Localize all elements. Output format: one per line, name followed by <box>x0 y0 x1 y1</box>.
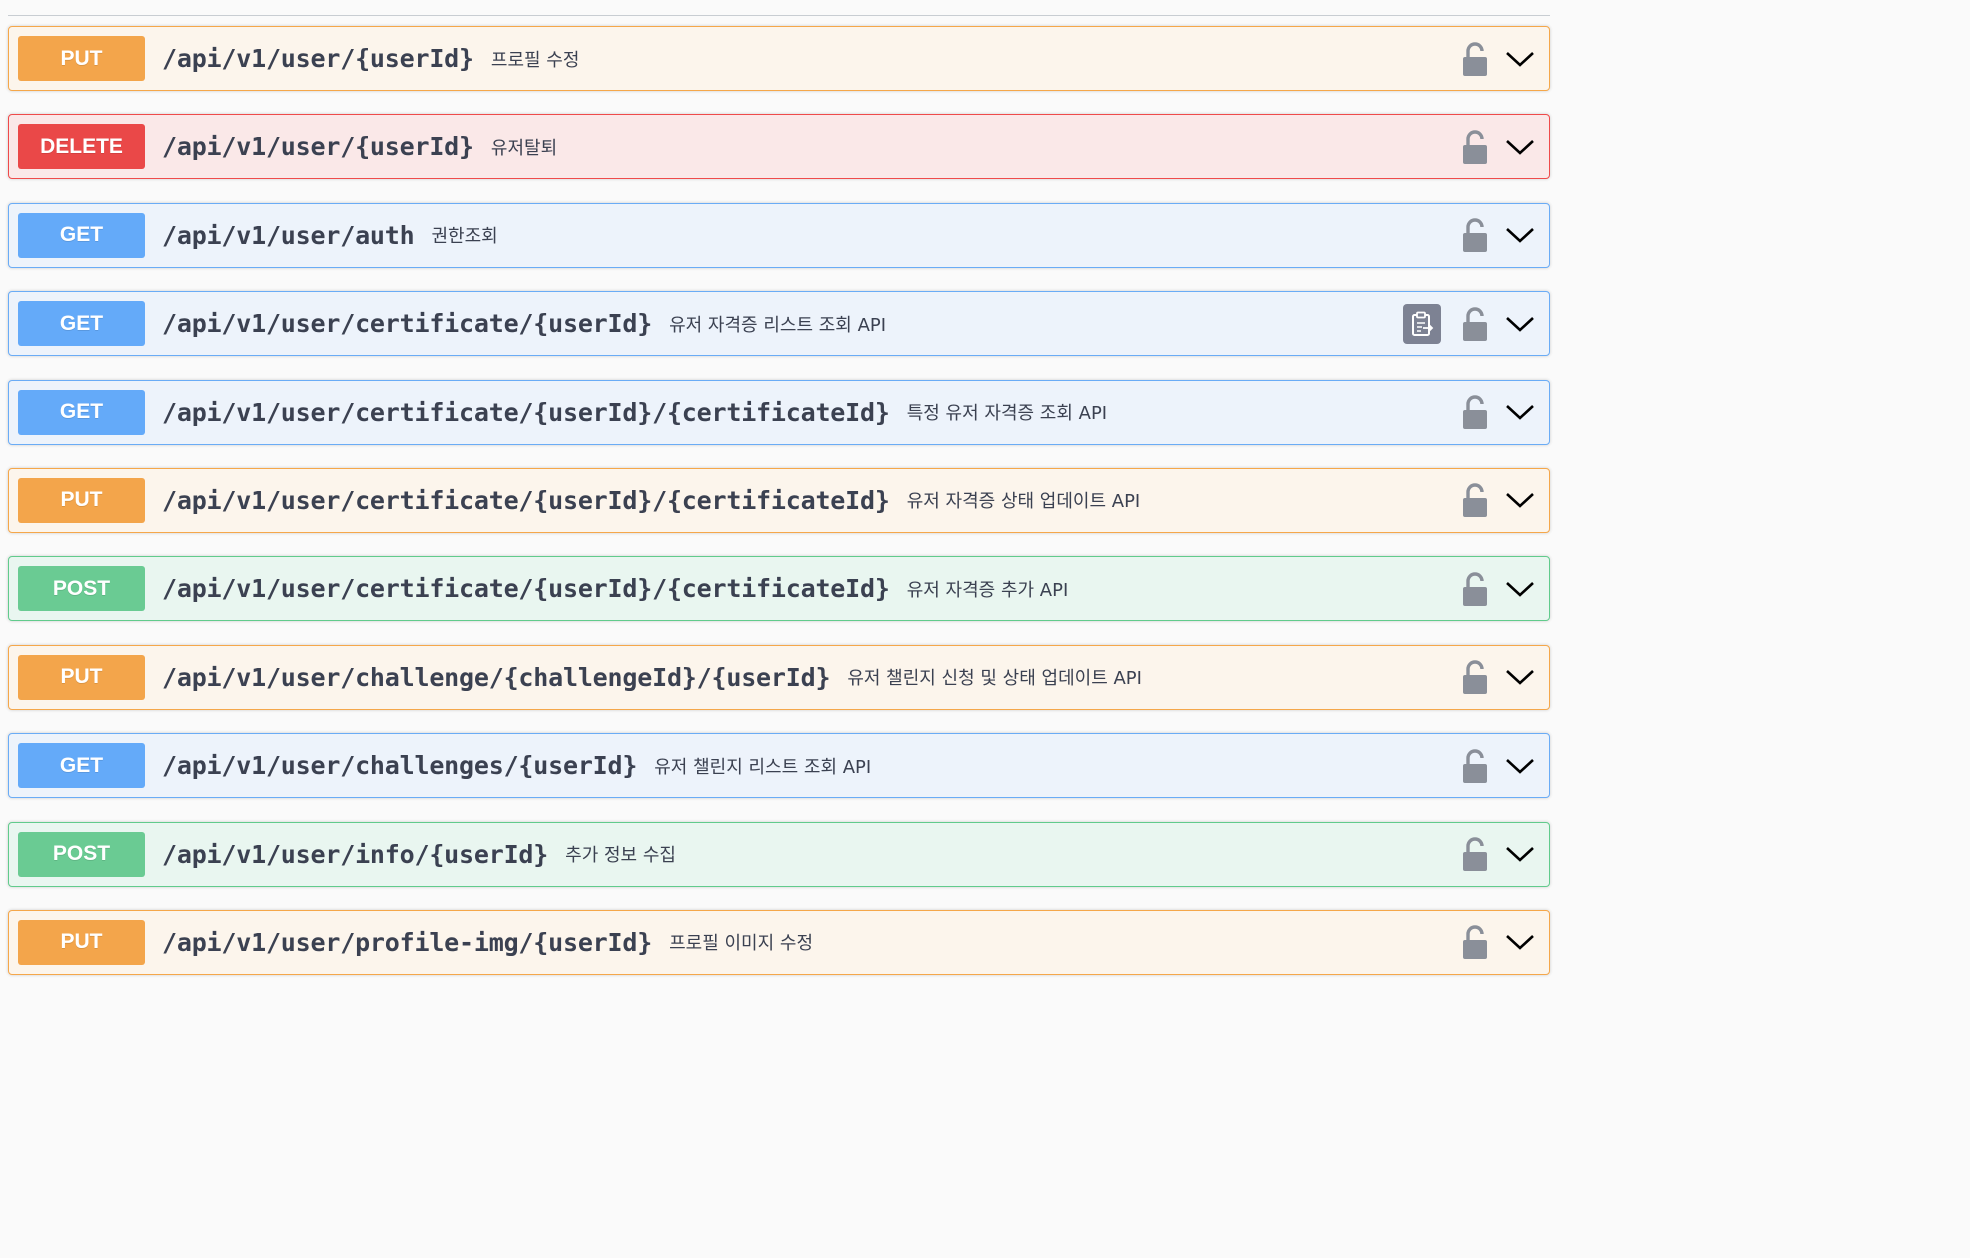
endpoint-summary: 유저 자격증 추가 API <box>906 579 1069 601</box>
endpoint-summary: 유저탈퇴 <box>490 137 558 159</box>
endpoint-path[interactable]: /api/v1/user/challenges/{userId} <box>162 751 637 780</box>
method-badge: GET <box>18 301 145 347</box>
operation-row[interactable]: GET /api/v1/user/auth 권한조회 <box>8 202 1550 268</box>
method-badge: GET <box>18 743 145 789</box>
copy-to-clipboard-icon <box>1412 311 1434 336</box>
operation-row[interactable]: POST /api/v1/user/certificate/{userId}/{… <box>8 556 1550 622</box>
endpoint-path[interactable]: /api/v1/user/challenge/{challengeId}/{us… <box>162 663 831 692</box>
unlocked-lock-icon[interactable] <box>1461 836 1489 872</box>
endpoint-summary: 유저 자격증 상태 업데이트 API <box>906 491 1141 513</box>
endpoint-summary: 권한조회 <box>431 226 498 248</box>
unlocked-lock-icon[interactable] <box>1461 924 1489 960</box>
unlocked-lock-icon[interactable] <box>1461 217 1489 253</box>
endpoint-path[interactable]: /api/v1/user/certificate/{userId}/{certi… <box>162 398 890 427</box>
chevron-down-icon[interactable] <box>1505 137 1535 157</box>
unlocked-lock-icon[interactable] <box>1461 571 1489 607</box>
section-divider <box>8 15 1550 16</box>
unlocked-lock-icon[interactable] <box>1461 482 1489 518</box>
chevron-down-icon[interactable] <box>1505 314 1535 334</box>
endpoint-summary: 유저 챌린지 리스트 조회 API <box>654 756 872 778</box>
operation-row[interactable]: GET /api/v1/user/certificate/{userId} 유저… <box>8 291 1550 357</box>
operation-row[interactable]: GET /api/v1/user/certificate/{userId}/{c… <box>8 379 1550 445</box>
method-badge: PUT <box>18 654 145 700</box>
copy-to-clipboard-button[interactable] <box>1403 303 1441 344</box>
unlocked-lock-icon[interactable] <box>1461 41 1489 77</box>
endpoint-path[interactable]: /api/v1/user/certificate/{userId}/{certi… <box>162 574 890 603</box>
endpoint-summary: 유저 자격증 리스트 조회 API <box>669 314 887 336</box>
unlocked-lock-icon[interactable] <box>1461 659 1489 695</box>
unlocked-lock-icon[interactable] <box>1461 129 1489 165</box>
chevron-down-icon[interactable] <box>1505 756 1535 776</box>
operation-row[interactable]: GET /api/v1/user/challenges/{userId} 유저 … <box>8 733 1550 799</box>
endpoint-path[interactable]: /api/v1/user/profile-img/{userId} <box>162 928 652 957</box>
method-badge: DELETE <box>18 124 145 170</box>
endpoint-summary: 추가 정보 수집 <box>565 845 676 867</box>
chevron-down-icon[interactable] <box>1505 402 1535 422</box>
unlocked-lock-icon[interactable] <box>1461 748 1489 784</box>
unlocked-lock-icon[interactable] <box>1461 394 1489 430</box>
operation-row[interactable]: PUT /api/v1/user/profile-img/{userId} 프로… <box>8 909 1550 975</box>
method-badge: GET <box>18 389 145 435</box>
method-badge: PUT <box>18 477 145 523</box>
chevron-down-icon[interactable] <box>1505 579 1535 599</box>
operation-row[interactable]: PUT /api/v1/user/{userId} 프로필 수정 <box>8 26 1550 91</box>
method-badge: PUT <box>18 919 145 965</box>
endpoint-summary: 프로필 수정 <box>490 49 580 71</box>
endpoint-summary: 특정 유저 자격증 조회 API <box>906 403 1108 425</box>
chevron-down-icon[interactable] <box>1505 49 1535 69</box>
operation-row[interactable]: PUT /api/v1/user/challenge/{challengeId}… <box>8 644 1550 710</box>
endpoint-summary: 프로필 이미지 수정 <box>669 933 814 955</box>
chevron-down-icon[interactable] <box>1505 844 1535 864</box>
chevron-down-icon[interactable] <box>1505 490 1535 510</box>
method-badge: GET <box>18 212 145 258</box>
chevron-down-icon[interactable] <box>1505 225 1535 245</box>
endpoint-path[interactable]: /api/v1/user/certificate/{userId}/{certi… <box>162 486 890 515</box>
method-badge: POST <box>18 831 145 877</box>
unlocked-lock-icon[interactable] <box>1461 306 1489 342</box>
method-badge: PUT <box>18 36 145 81</box>
endpoint-path[interactable]: /api/v1/user/{userId} <box>162 44 474 73</box>
endpoint-path[interactable]: /api/v1/user/{userId} <box>162 132 474 161</box>
chevron-down-icon[interactable] <box>1505 932 1535 952</box>
chevron-down-icon[interactable] <box>1505 667 1535 687</box>
method-badge: POST <box>18 566 145 612</box>
endpoint-summary: 유저 챌린지 신청 및 상태 업데이트 API <box>847 668 1142 690</box>
operations-list: PUT /api/v1/user/{userId} 프로필 수정 DELETE … <box>8 26 1550 998</box>
operation-row[interactable]: PUT /api/v1/user/certificate/{userId}/{c… <box>8 467 1550 533</box>
endpoint-path[interactable]: /api/v1/user/certificate/{userId} <box>162 309 652 338</box>
operation-row[interactable]: DELETE /api/v1/user/{userId} 유저탈퇴 <box>8 114 1550 180</box>
endpoint-path[interactable]: /api/v1/user/info/{userId} <box>162 840 548 869</box>
endpoint-path[interactable]: /api/v1/user/auth <box>162 221 415 250</box>
operation-row[interactable]: POST /api/v1/user/info/{userId} 추가 정보 수집 <box>8 821 1550 887</box>
